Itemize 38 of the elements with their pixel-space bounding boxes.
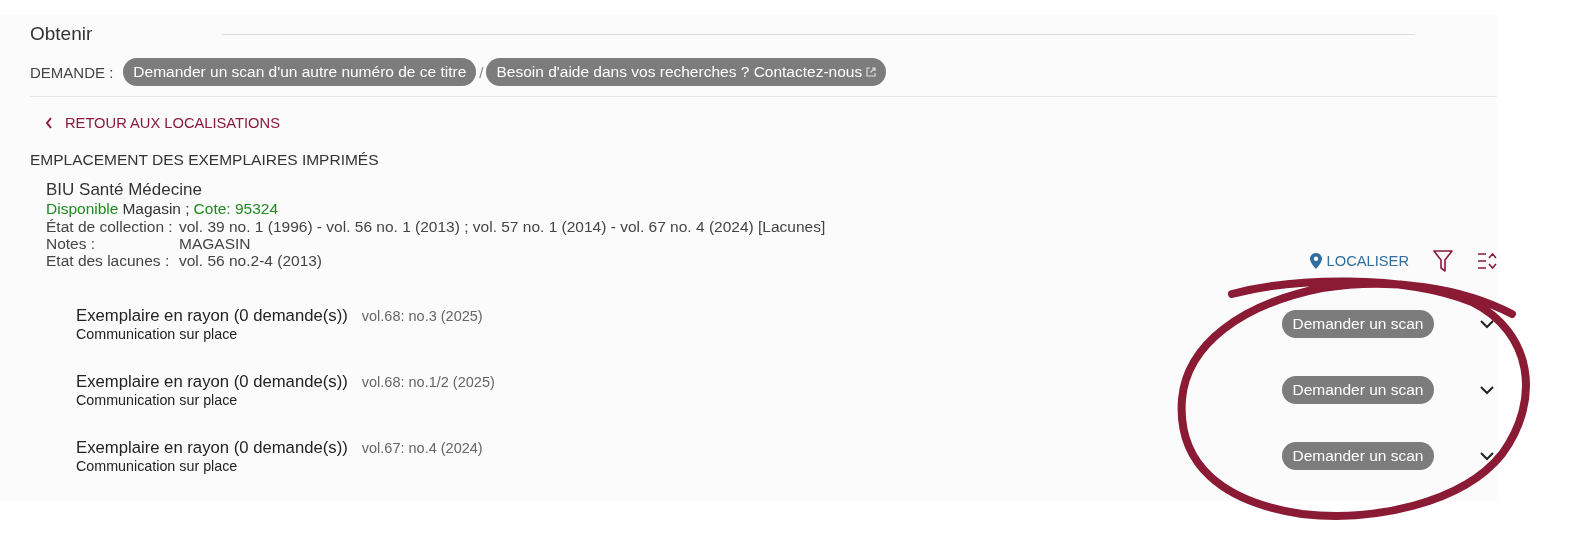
copy-title: Exemplaire en rayon (0 demande(s)) bbox=[76, 438, 348, 458]
section-heading: EMPLACEMENT DES EXEMPLAIRES IMPRIMÉS bbox=[30, 151, 380, 169]
request-button[interactable]: Besoin d'aide dans vos recherches ? Contactez-nous bbox=[486, 58, 887, 86]
copy-title: Exemplaire en rayon (0 demande(s)) bbox=[76, 372, 348, 392]
detail-value: vol. 56 no.2-4 (2013) bbox=[179, 252, 324, 269]
detail-label: Etat des lacunes : bbox=[46, 252, 171, 269]
expand-icon[interactable] bbox=[1480, 319, 1494, 329]
external-link-icon bbox=[866, 67, 877, 77]
filter-icon[interactable] bbox=[1433, 250, 1453, 272]
detail-label: Notes : bbox=[46, 235, 97, 252]
scan-button[interactable]: Demander un scan bbox=[1282, 310, 1434, 338]
shelfmark-text: Cote: 95324 bbox=[193, 200, 279, 218]
issue-text: vol.67: no.4 (2024) bbox=[361, 440, 483, 456]
policy-text: Communication sur place bbox=[76, 326, 239, 342]
copy-title: Exemplaire en rayon (0 demande(s)) bbox=[76, 306, 348, 326]
library-name: BIU Santé Médecine bbox=[46, 180, 203, 200]
detail-value: MAGASIN bbox=[179, 235, 252, 252]
availability-status: Disponible bbox=[46, 200, 119, 218]
separator: / bbox=[479, 63, 484, 81]
sort-icon[interactable] bbox=[1477, 252, 1497, 270]
map-pin-icon bbox=[1309, 253, 1322, 269]
scan-button[interactable]: Demander un scan bbox=[1282, 376, 1434, 404]
request-button[interactable]: Demander un scan d'un autre numéro de ce titre bbox=[123, 58, 477, 86]
expand-icon[interactable] bbox=[1480, 451, 1494, 461]
section-title: Obtenir bbox=[30, 23, 94, 45]
expand-icon[interactable] bbox=[1480, 385, 1494, 395]
policy-text: Communication sur place bbox=[76, 392, 239, 408]
issue-text: vol.68: no.1/2 (2025) bbox=[361, 374, 495, 390]
request-label: DEMANDE : bbox=[30, 63, 114, 81]
back-link[interactable]: RETOUR AUX LOCALISATIONS bbox=[45, 115, 280, 131]
policy-text: Communication sur place bbox=[76, 458, 239, 474]
scan-button[interactable]: Demander un scan bbox=[1282, 442, 1434, 470]
chevron-left-icon bbox=[45, 117, 53, 129]
detail-value: vol. 39 no. 1 (1996) - vol. 56 no. 1 (2013) ; vol. 57 no. 1 (2014) - vol. 67 no. 4 (2024) [Lacunes] bbox=[179, 218, 826, 235]
locate-link[interactable]: LOCALISER bbox=[1309, 253, 1409, 269]
location-text: Magasin ; bbox=[122, 200, 190, 218]
issue-text: vol.68: no.3 (2025) bbox=[361, 308, 483, 324]
detail-label: État de collection : bbox=[46, 218, 174, 235]
